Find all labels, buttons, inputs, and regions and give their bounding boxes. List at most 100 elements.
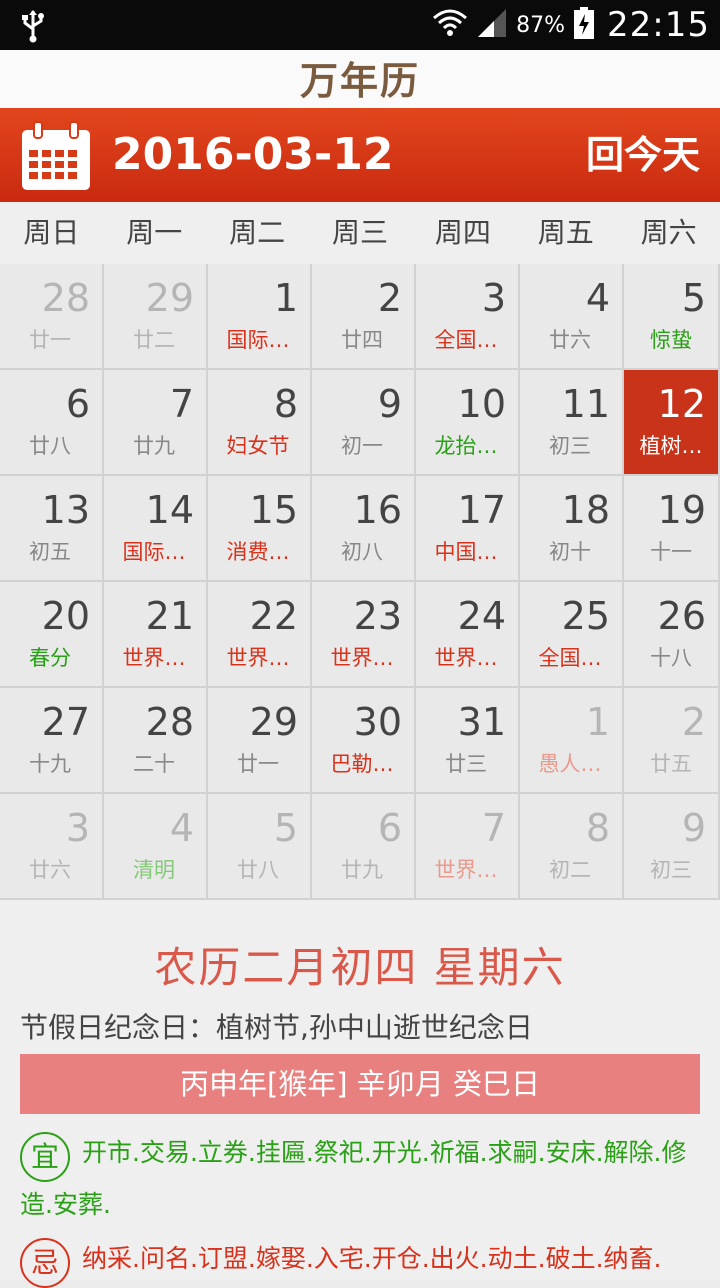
lunar-subtext: 十八 xyxy=(650,646,692,670)
day-cell[interactable]: 30 巴勒… xyxy=(312,688,416,794)
day-cell[interactable]: 28 廿一 xyxy=(0,264,104,370)
day-number: 3 xyxy=(65,806,90,850)
day-cell[interactable]: 5 廿八 xyxy=(208,794,312,900)
day-cell[interactable]: 3 廿六 xyxy=(0,794,104,900)
day-cell[interactable]: 18 初十 xyxy=(520,476,624,582)
day-number: 2 xyxy=(681,700,706,744)
ji-badge: 忌 xyxy=(20,1237,70,1288)
day-cell[interactable]: 21 世界… xyxy=(104,582,208,688)
day-cell[interactable]: 28 二十 xyxy=(104,688,208,794)
day-cell[interactable]: 27 十九 xyxy=(0,688,104,794)
day-number: 28 xyxy=(41,276,90,320)
day-cell[interactable]: 26 十八 xyxy=(624,582,720,688)
weekday-label: 周二 xyxy=(229,216,286,249)
day-number: 18 xyxy=(561,488,610,532)
day-number: 3 xyxy=(481,276,506,320)
weekday-header: 周日 周一 周二 周三 周四 周五 周六 xyxy=(0,202,720,265)
wifi-icon xyxy=(432,8,468,42)
day-number: 25 xyxy=(561,594,610,638)
day-number: 31 xyxy=(457,700,506,744)
calendar-grid: 28 廿一 29 廿二 1 国际… 2 廿四 3 全国… 4 廿六 5 惊蛰 6 廿八 7 廿九 8 妇女节 9 初一 10… xyxy=(0,264,720,900)
ji-text: 纳采.问名.订盟.嫁娶.入宅.开仓.出火.动土.破土.纳畜. xyxy=(82,1244,662,1273)
lunar-subtext: 廿一 xyxy=(237,752,279,776)
usb-icon xyxy=(20,9,46,47)
day-cell[interactable]: 14 国际… xyxy=(104,476,208,582)
lunar-date: 农历二月初四 星期六 xyxy=(154,943,566,992)
lunar-subtext: 廿二 xyxy=(133,328,175,352)
weekday-label: 周日 xyxy=(23,216,80,249)
lunar-subtext: 妇女节 xyxy=(226,434,290,458)
day-cell[interactable]: 1 愚人… xyxy=(520,688,624,794)
day-cell[interactable]: 6 廿九 xyxy=(312,794,416,900)
day-cell[interactable]: 23 世界… xyxy=(312,582,416,688)
festival-info: 节假日纪念日：植树节,孙中山逝世纪念日 xyxy=(20,1011,533,1044)
lunar-subtext: 廿六 xyxy=(29,858,71,882)
day-cell[interactable]: 22 世界… xyxy=(208,582,312,688)
lunar-subtext: 国际… xyxy=(226,328,290,352)
day-cell[interactable]: 7 廿九 xyxy=(104,370,208,476)
battery-icon xyxy=(573,6,595,44)
lunar-subtext: 愚人… xyxy=(538,752,602,776)
back-to-today-button[interactable]: 回今天 xyxy=(586,108,700,202)
suitable-activities: 宜开市.交易.立券.挂匾.祭祀.开光.祈福.求嗣.安床.解除.修造.安葬. xyxy=(20,1130,700,1228)
clock: 22:15 xyxy=(607,5,710,45)
day-number: 29 xyxy=(249,700,298,744)
weekday-label: 周五 xyxy=(537,216,594,249)
day-cell[interactable]: 25 全国… xyxy=(520,582,624,688)
lunar-subtext: 廿九 xyxy=(133,434,175,458)
day-cell[interactable]: 8 妇女节 xyxy=(208,370,312,476)
lunar-subtext: 全国… xyxy=(538,646,602,670)
day-cell[interactable]: 31 廿三 xyxy=(416,688,520,794)
day-cell[interactable]: 12 植树… xyxy=(624,370,720,476)
day-number: 8 xyxy=(585,806,610,850)
day-cell[interactable]: 4 廿六 xyxy=(520,264,624,370)
day-number: 9 xyxy=(377,382,402,426)
signal-icon xyxy=(476,7,508,43)
day-cell[interactable]: 2 廿四 xyxy=(312,264,416,370)
day-number: 29 xyxy=(145,276,194,320)
day-cell[interactable]: 10 龙抬… xyxy=(416,370,520,476)
day-cell[interactable]: 5 惊蛰 xyxy=(624,264,720,370)
lunar-subtext: 世界… xyxy=(330,646,394,670)
day-cell[interactable]: 2 廿五 xyxy=(624,688,720,794)
day-cell[interactable]: 20 春分 xyxy=(0,582,104,688)
day-cell[interactable]: 9 初一 xyxy=(312,370,416,476)
day-cell[interactable]: 11 初三 xyxy=(520,370,624,476)
day-number: 1 xyxy=(585,700,610,744)
day-number: 26 xyxy=(657,594,706,638)
day-number: 27 xyxy=(41,700,90,744)
day-cell[interactable]: 19 十一 xyxy=(624,476,720,582)
lunar-subtext: 世界… xyxy=(434,646,498,670)
lunar-subtext: 初三 xyxy=(549,434,591,458)
day-cell[interactable]: 9 初三 xyxy=(624,794,720,900)
lunar-subtext: 中国… xyxy=(434,540,498,564)
day-cell[interactable]: 3 全国… xyxy=(416,264,520,370)
day-cell[interactable]: 6 廿八 xyxy=(0,370,104,476)
day-number: 19 xyxy=(657,488,706,532)
lunar-subtext: 十一 xyxy=(650,540,692,564)
lunar-subtext: 世界… xyxy=(122,646,186,670)
calendar-icon[interactable] xyxy=(20,120,92,192)
lunar-subtext: 清明 xyxy=(133,858,175,882)
day-number: 10 xyxy=(457,382,506,426)
day-cell[interactable]: 24 世界… xyxy=(416,582,520,688)
lunar-subtext: 廿九 xyxy=(341,858,383,882)
lunar-subtext: 初一 xyxy=(341,434,383,458)
date-header: 2016-03-12 回今天 xyxy=(0,108,720,202)
day-cell[interactable]: 17 中国… xyxy=(416,476,520,582)
day-cell[interactable]: 8 初二 xyxy=(520,794,624,900)
day-number: 21 xyxy=(145,594,194,638)
day-cell[interactable]: 29 廿一 xyxy=(208,688,312,794)
day-number: 7 xyxy=(481,806,506,850)
day-details: 农历二月初四 星期六 节假日纪念日：植树节,孙中山逝世纪念日 丙申年[猴年] 辛… xyxy=(0,900,720,1280)
day-cell[interactable]: 16 初八 xyxy=(312,476,416,582)
day-cell[interactable]: 29 廿二 xyxy=(104,264,208,370)
lunar-subtext: 廿四 xyxy=(341,328,383,352)
day-number: 13 xyxy=(41,488,90,532)
day-cell[interactable]: 4 清明 xyxy=(104,794,208,900)
day-cell[interactable]: 1 国际… xyxy=(208,264,312,370)
day-cell[interactable]: 13 初五 xyxy=(0,476,104,582)
day-cell[interactable]: 15 消费… xyxy=(208,476,312,582)
day-number: 17 xyxy=(457,488,506,532)
day-cell[interactable]: 7 世界… xyxy=(416,794,520,900)
